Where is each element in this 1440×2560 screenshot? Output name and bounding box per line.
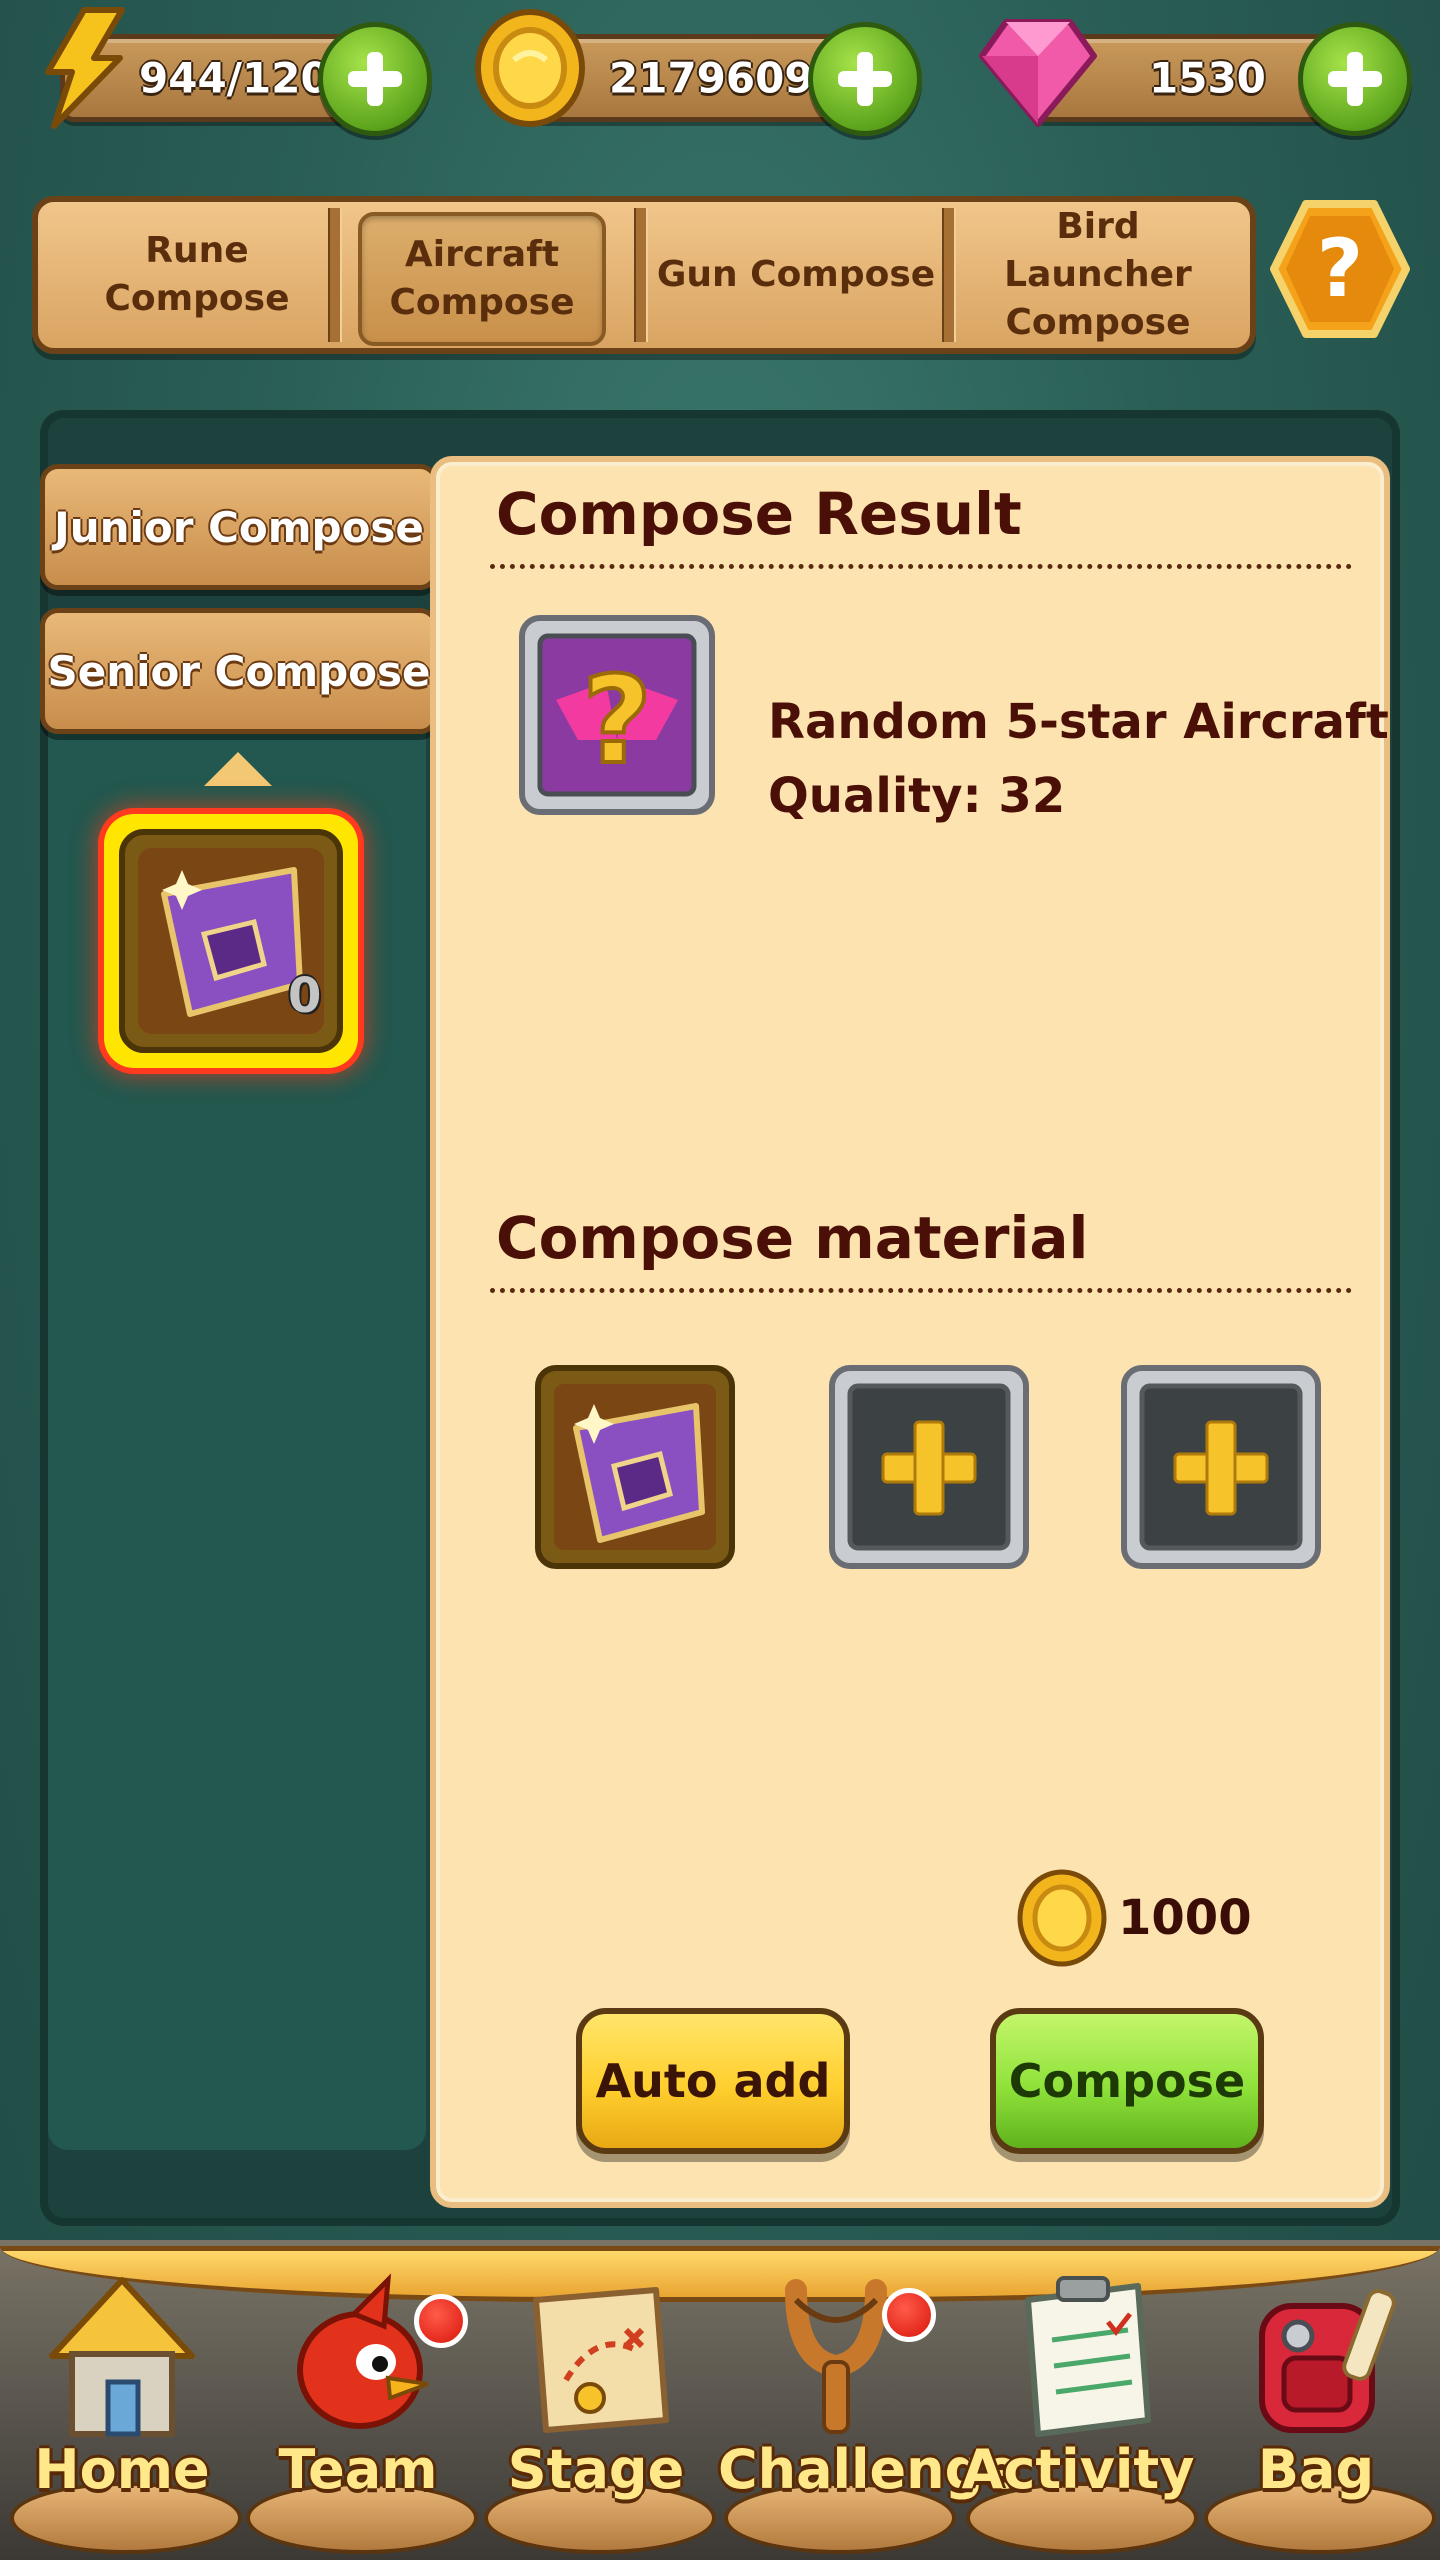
tab-label-line1: Aircraft	[404, 234, 560, 275]
energy-value: 944/120	[139, 53, 330, 103]
question-mark-icon: ?	[582, 652, 652, 791]
tab-label-line1: Bird Launcher	[1004, 206, 1192, 295]
result-quality: Quality: 32	[768, 768, 1066, 824]
compose-cost: 1000	[1118, 1890, 1252, 1946]
tab-divider	[634, 208, 648, 342]
nav-bag[interactable]: Bag	[1198, 2270, 1436, 2560]
add-coins-button[interactable]	[808, 22, 922, 136]
tab-label-line1: Rune	[145, 230, 249, 271]
compose-button[interactable]: Compose	[990, 2008, 1264, 2154]
tab-label-line2: Compose	[389, 282, 575, 323]
divider	[490, 564, 1352, 569]
coin-icon	[1017, 1869, 1107, 1967]
auto-add-button[interactable]: Auto add	[576, 2008, 850, 2154]
tab-divider	[942, 208, 956, 342]
svg-text:?: ?	[1317, 222, 1363, 315]
coin-icon	[475, 9, 585, 127]
nav-label: Stage	[507, 2438, 685, 2501]
tab-label-line2: Compose	[1005, 302, 1191, 343]
nav-home[interactable]: Home	[4, 2270, 242, 2560]
add-gems-button[interactable]	[1298, 22, 1412, 136]
notification-badge	[414, 2294, 468, 2348]
result-item-slot[interactable]: ?	[516, 612, 718, 818]
selection-arrow-icon	[204, 752, 272, 786]
nav-challenge[interactable]: Challenge	[718, 2270, 1020, 2560]
junior-compose-button[interactable]: Junior Compose	[40, 464, 438, 590]
auto-add-label: Auto add	[595, 2054, 831, 2108]
clipboard-icon	[1025, 2276, 1151, 2437]
material-slot-filled[interactable]	[532, 1362, 738, 1572]
tab-label-line1: Gun Compose	[656, 254, 936, 295]
house-icon	[49, 2277, 195, 2437]
compose-category-tabs: Rune Compose Aircraft Compose Gun Compose …	[32, 196, 1256, 354]
aircraft-fragment-icon	[119, 829, 343, 1053]
nav-label: Bag	[1257, 2438, 1375, 2501]
result-item-name: Random 5-star Aircraft	[768, 694, 1389, 750]
item-count: 0	[288, 968, 322, 1024]
divider	[490, 1288, 1352, 1293]
gem-icon	[979, 19, 1097, 127]
nav-label: Home	[34, 2438, 210, 2501]
tab-aircraft-compose[interactable]: Aircraft Compose	[358, 212, 606, 346]
nav-activity[interactable]: Activity	[960, 2270, 1198, 2560]
red-bird-icon	[297, 2273, 429, 2429]
nav-label: Activity	[961, 2438, 1195, 2501]
tab-label-line2: Compose	[104, 278, 290, 319]
nav-team[interactable]: Team	[240, 2270, 478, 2560]
help-icon[interactable]: ?	[1270, 198, 1410, 340]
nav-label: Team	[278, 2438, 438, 2501]
map-icon	[533, 2287, 669, 2433]
tab-gun-compose[interactable]: Gun Compose	[652, 212, 940, 338]
notification-badge	[882, 2288, 936, 2342]
backpack-icon	[1259, 2289, 1396, 2433]
senior-compose-label: Senior Compose	[47, 646, 431, 696]
tab-rune-compose[interactable]: Rune Compose	[50, 212, 344, 338]
material-slot-empty-add[interactable]	[1118, 1362, 1324, 1572]
senior-compose-button[interactable]: Senior Compose	[40, 608, 438, 734]
gems-value: 1530	[1149, 53, 1266, 103]
compose-result-title: Compose Result	[496, 480, 1022, 548]
junior-compose-label: Junior Compose	[54, 502, 424, 552]
tab-bird-launcher-compose[interactable]: Bird Launcher Compose	[958, 206, 1238, 343]
add-energy-button[interactable]	[318, 22, 432, 136]
coins-value: 2179609	[609, 53, 814, 103]
nav-label: Challenge	[718, 2438, 1020, 2501]
compose-label: Compose	[1008, 2054, 1246, 2108]
lightning-icon	[45, 7, 125, 129]
material-slot-empty-add[interactable]	[826, 1362, 1032, 1572]
compose-material-title: Compose material	[496, 1204, 1089, 1272]
tab-divider	[328, 208, 342, 342]
aircraft-fragment-item[interactable]	[104, 814, 358, 1068]
nav-stage[interactable]: Stage	[478, 2270, 716, 2560]
